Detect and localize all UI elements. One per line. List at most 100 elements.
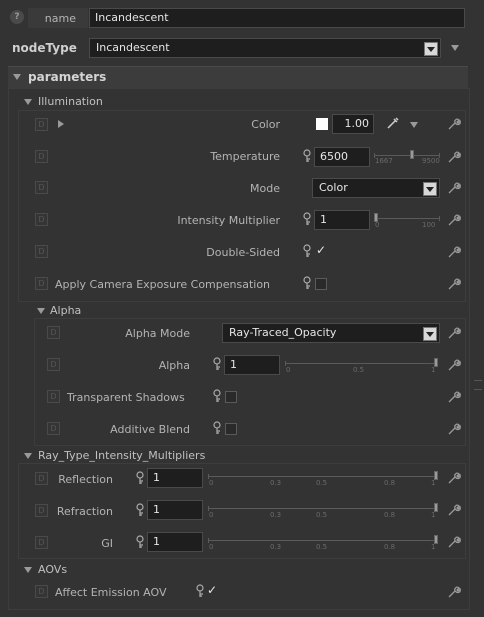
gi-label: GI — [101, 537, 113, 550]
affect-emission-checkmark[interactable]: ✓ — [207, 583, 217, 597]
key-icon[interactable] — [212, 357, 222, 371]
temperature-label: Temperature — [210, 150, 280, 163]
alpha-collapse-icon[interactable] — [37, 308, 45, 314]
mode-dropdown[interactable]: Color — [312, 178, 440, 198]
d-icon[interactable]: D — [47, 326, 60, 339]
wrench-icon[interactable] — [447, 245, 461, 259]
intensity-slider[interactable]: 0 100 — [374, 210, 440, 230]
wrench-icon[interactable] — [447, 150, 461, 164]
wrench-icon[interactable] — [447, 422, 461, 436]
wrench-icon[interactable] — [447, 213, 461, 227]
slider-tick-label: 1 — [431, 511, 436, 519]
reflection-field[interactable]: 1 — [147, 468, 203, 488]
key-icon[interactable] — [135, 535, 145, 549]
slider-tick-label: 0 — [209, 543, 214, 551]
slider-handle[interactable] — [410, 150, 414, 159]
aovs-collapse-icon[interactable] — [24, 567, 32, 573]
reflection-label: Reflection — [58, 473, 113, 486]
alpha-slider[interactable]: 0 0.5 1 — [285, 355, 439, 375]
wrench-icon[interactable] — [447, 585, 461, 599]
alpha-mode-dropdown[interactable]: Ray-Traced_Opacity — [222, 323, 440, 343]
d-icon[interactable]: D — [35, 118, 48, 131]
d-icon[interactable]: D — [35, 213, 48, 226]
chevron-down-icon — [423, 182, 437, 196]
wrench-icon[interactable] — [447, 326, 461, 340]
color-swatch[interactable] — [316, 118, 328, 130]
intensity-field[interactable]: 1 — [314, 210, 370, 230]
illumination-collapse-icon[interactable] — [24, 99, 32, 105]
double-sided-checkmark[interactable]: ✓ — [316, 243, 326, 257]
parameters-title: parameters — [28, 70, 107, 84]
mode-value: Color — [319, 181, 348, 194]
d-icon[interactable]: D — [47, 422, 60, 435]
wrench-icon[interactable] — [447, 277, 461, 291]
additive-blend-label: Additive Blend — [110, 423, 190, 436]
affect-emission-label: Affect Emission AOV — [55, 586, 167, 599]
wrench-icon[interactable] — [447, 535, 461, 549]
d-icon[interactable]: D — [47, 390, 60, 403]
temperature-field[interactable]: 6500 — [314, 147, 370, 167]
slider-tick-label: 1 — [431, 366, 436, 374]
slider-tick-label: 9500 — [422, 157, 440, 165]
eyedropper-icon[interactable] — [386, 116, 400, 130]
refraction-field[interactable]: 1 — [147, 500, 203, 520]
slider-tick-label: 0.5 — [353, 366, 365, 374]
mode-label: Mode — [250, 182, 280, 195]
wrench-icon[interactable] — [447, 117, 461, 131]
key-icon[interactable] — [302, 244, 312, 258]
slider-tick-label: 1 — [431, 543, 436, 551]
key-icon[interactable] — [135, 471, 145, 485]
key-icon[interactable] — [135, 503, 145, 517]
gi-field[interactable]: 1 — [147, 532, 203, 552]
reflection-slider[interactable]: 0 0.3 0.5 0.8 1 — [208, 468, 439, 488]
additive-blend-checkbox[interactable] — [225, 423, 237, 435]
d-icon[interactable]: D — [35, 150, 48, 163]
alpha-label: Alpha — [158, 359, 190, 372]
color-value-field[interactable]: 1.00 — [332, 114, 374, 134]
d-icon[interactable]: D — [35, 181, 48, 194]
wrench-icon[interactable] — [447, 390, 461, 404]
nodetype-dropdown[interactable]: Incandescent — [89, 38, 441, 58]
d-icon[interactable]: D — [35, 277, 48, 290]
d-icon[interactable]: D — [47, 358, 60, 371]
d-icon[interactable]: D — [35, 585, 48, 598]
slider-tick-label: 0.5 — [316, 479, 328, 487]
transparent-shadows-label: Transparent Shadows — [67, 391, 185, 404]
nodetype-menu-icon[interactable] — [451, 45, 459, 51]
d-icon[interactable]: D — [35, 245, 48, 258]
key-icon[interactable] — [212, 421, 222, 435]
exposure-checkbox[interactable] — [315, 278, 327, 290]
slider-tick-label: 0.3 — [270, 543, 282, 551]
key-icon[interactable] — [302, 276, 312, 290]
alpha-field[interactable]: 1 — [224, 355, 280, 375]
wrench-icon[interactable] — [447, 181, 461, 195]
ray-type-collapse-icon[interactable] — [24, 453, 32, 459]
slider-tick-label: 0 — [209, 479, 214, 487]
alpha-title: Alpha — [50, 304, 82, 317]
transparent-shadows-checkbox[interactable] — [225, 391, 237, 403]
splitter-handle[interactable] — [474, 380, 482, 390]
alpha-mode-label: Alpha Mode — [125, 327, 190, 340]
nodetype-label: nodeType — [12, 41, 77, 55]
color-expand-icon[interactable] — [58, 120, 64, 128]
wrench-icon[interactable] — [447, 358, 461, 372]
chevron-down-icon — [423, 327, 437, 341]
slider-tick-label: 0 — [286, 366, 291, 374]
help-icon[interactable]: ? — [10, 10, 24, 24]
key-icon[interactable] — [302, 212, 312, 226]
slider-tick-label: 0.3 — [270, 479, 282, 487]
refraction-slider[interactable]: 0 0.3 0.5 0.8 1 — [208, 500, 439, 520]
key-icon[interactable] — [212, 389, 222, 403]
color-label: Color — [251, 118, 280, 131]
gi-slider[interactable]: 0 0.3 0.5 0.8 1 — [208, 532, 439, 552]
name-field[interactable]: Incandescent — [89, 8, 465, 28]
parameters-collapse-icon[interactable] — [13, 74, 21, 80]
wrench-icon[interactable] — [447, 471, 461, 485]
key-icon[interactable] — [195, 584, 205, 598]
color-menu-icon[interactable] — [410, 122, 418, 128]
name-label: name — [44, 12, 76, 25]
wrench-icon[interactable] — [447, 503, 461, 517]
temperature-slider[interactable]: 1667 9500 — [374, 147, 440, 167]
key-icon[interactable] — [302, 149, 312, 163]
slider-tick-label: 100 — [422, 221, 436, 229]
